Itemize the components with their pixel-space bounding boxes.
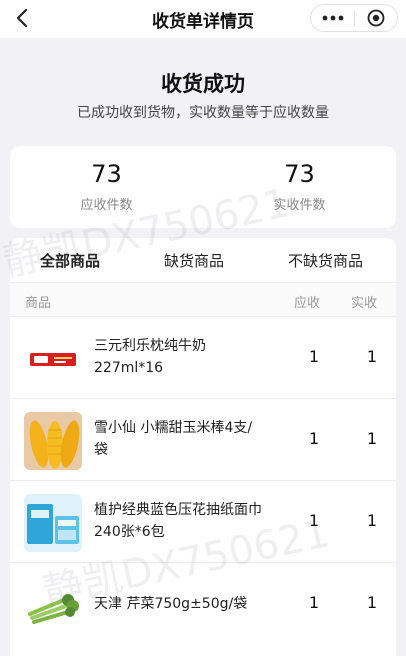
expected-count-value: 73 [91,160,122,188]
received-qty: 1 [366,429,378,448]
status-title: 收货成功 [161,72,245,96]
product-image-corn [24,412,82,470]
product-name: 三元利乐枕纯牛奶227ml*16 [94,338,206,376]
received-count-label: 实收件数 [273,198,326,213]
page-title: 收货单详情页 [152,11,254,32]
target-close-icon [367,9,385,27]
table-header: 商品 应收 实收 [10,282,396,316]
received-count-value: 73 [284,160,315,188]
receipt-status-section: 收货成功 已成功收到货物，实收数量等于应收数量 [0,38,406,148]
expected-qty: 1 [308,347,320,366]
tab-all-products[interactable]: 全部商品 [40,250,100,271]
quantity-summary-card: 73 应收件数 73 实收件数 [10,146,396,228]
chevron-left-icon [16,8,28,28]
received-qty: 1 [366,347,378,366]
expected-qty: 1 [308,429,320,448]
expected-qty: 1 [308,511,320,530]
expected-qty: 1 [308,593,320,612]
table-row[interactable]: 植护经典蓝色压花抽纸面巾 240张*6包 1 1 [10,480,396,562]
more-dots-icon [322,15,343,21]
expected-count-stat: 73 应收件数 [10,160,203,213]
expected-count-label: 应收件数 [80,198,133,213]
column-header-expected: 应收 [294,296,321,311]
mini-program-capsule [310,4,398,32]
close-button[interactable] [355,5,397,31]
table-row[interactable]: 三元利乐枕纯牛奶227ml*16 1 1 [10,316,396,398]
received-qty: 1 [366,593,378,612]
more-button[interactable] [311,5,354,31]
column-header-product: 商品 [25,296,52,311]
status-subtitle: 已成功收到货物，实收数量等于应收数量 [77,105,329,121]
product-name: 雪小仙 小糯甜玉米棒4支/袋 [94,420,253,458]
product-image-tissue [24,494,82,552]
tab-out-of-stock[interactable]: 缺货商品 [164,250,224,271]
received-count-stat: 73 实收件数 [203,160,396,213]
product-name: 植护经典蓝色压花抽纸面巾 240张*6包 [94,502,262,540]
product-image-milk [24,330,82,388]
tab-in-stock[interactable]: 不缺货商品 [288,250,363,271]
filter-tabs: 全部商品 缺货商品 不缺货商品 [10,238,396,282]
table-row[interactable]: 雪小仙 小糯甜玉米棒4支/袋 1 1 [10,398,396,480]
back-button[interactable] [10,6,34,30]
received-qty: 1 [366,511,378,530]
table-row[interactable]: 天津 芹菜750g±50g/袋 1 1 [10,562,396,644]
product-image-celery [24,576,82,634]
navigation-bar: 收货单详情页 [0,0,406,38]
product-list-card: 全部商品 缺货商品 不缺货商品 商品 应收 实收 三元利乐枕纯牛奶227ml*1… [10,238,396,656]
product-name: 天津 芹菜750g±50g/袋 [94,596,248,612]
column-header-received: 实收 [351,296,378,311]
